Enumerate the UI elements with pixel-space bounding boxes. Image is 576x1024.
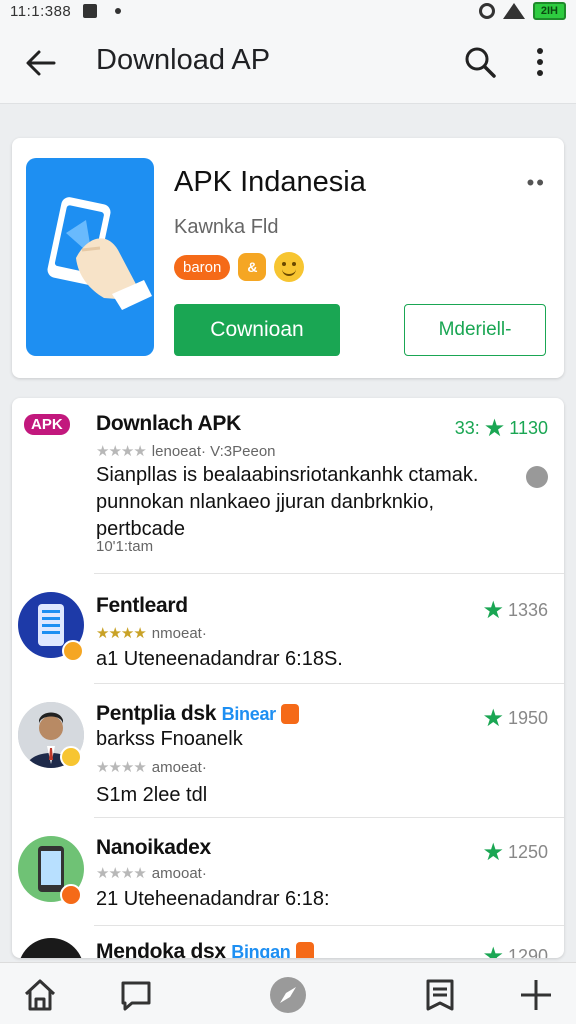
- badge-icon: [60, 746, 82, 768]
- stars-icon: ★★★★: [96, 625, 147, 642]
- item-meta: ★★★★ nmoeat·: [96, 624, 207, 643]
- desc-line: Sianpllas is bealaabinsriotankanhk ctama…: [96, 464, 479, 486]
- add-icon[interactable]: [516, 975, 556, 1015]
- item-description: S1m 2lee tdl: [96, 784, 208, 806]
- item-rating: 33: ★ 1130: [455, 414, 548, 443]
- item-title: Nanoikadex: [96, 836, 211, 859]
- desc-line: pertbcade: [96, 518, 185, 540]
- list-item[interactable]: Nanoikadex ★ 1250 ★★★★ amooat· 21 Utehee…: [12, 818, 564, 926]
- chat-icon[interactable]: [116, 975, 156, 1015]
- stars-icon: ★★★★: [96, 865, 147, 882]
- rating-value: 1336: [507, 600, 548, 620]
- secondary-button[interactable]: Mderiell-: [404, 304, 546, 356]
- item-rating: ★ 1250: [482, 838, 548, 867]
- item-meta: ★★★★ amooat·: [96, 864, 207, 883]
- item-rating: ★ 1336: [482, 596, 548, 625]
- apk-badge: APK: [24, 414, 70, 435]
- category-chip[interactable]: baron: [174, 254, 231, 280]
- page-title: Download AP: [96, 44, 271, 76]
- app-avatar: [18, 938, 84, 958]
- app-list: APK Downlach APK 33: ★ 1130 ★★★★ lenoeat…: [12, 398, 564, 958]
- item-tag: Bingan: [231, 942, 291, 958]
- status-bar: 11:1:388 2IH: [0, 0, 576, 22]
- hand-phone-icon: [47, 197, 152, 310]
- battery-indicator: 2IH: [532, 2, 566, 20]
- rating-value: 1290: [507, 946, 548, 958]
- download-button[interactable]: Cownioan: [174, 304, 340, 356]
- back-arrow-icon[interactable]: [24, 46, 58, 80]
- stars-icon: ★★★★: [96, 759, 147, 776]
- badge-icon: &: [238, 253, 267, 281]
- library-icon[interactable]: [420, 975, 460, 1015]
- star-icon: ★: [483, 415, 506, 442]
- notification-icon: [83, 4, 98, 18]
- meta-text: amoeat·: [151, 758, 207, 776]
- item-title: Pentplia dsk Binear: [96, 702, 300, 726]
- rating-prefix: 33:: [454, 418, 480, 438]
- status-time: 11:1:388: [10, 2, 72, 20]
- list-item[interactable]: Mendoka dsx Bingan ★ 1290: [12, 926, 564, 958]
- tag-icon: [296, 942, 315, 958]
- globe-icon[interactable]: [526, 466, 548, 488]
- list-item[interactable]: APK Downlach APK 33: ★ 1130 ★★★★ lenoeat…: [12, 398, 564, 574]
- item-description: Sianpllas is bealaabinsriotankanhk ctama…: [96, 462, 478, 543]
- item-title-text: Pentplia dsk: [96, 702, 217, 725]
- item-title: Fentleard: [96, 594, 188, 617]
- item-footer: 10'1:tam: [96, 538, 154, 555]
- badge-icon: [62, 640, 84, 662]
- notification-dot-icon: [115, 8, 122, 14]
- list-item[interactable]: Fentleard ★ 1336 ★★★★ nmoeat· a1 Uteneen…: [12, 574, 564, 684]
- star-icon: ★: [482, 839, 504, 866]
- star-icon: ★: [482, 597, 504, 624]
- rating-value: 1950: [507, 708, 548, 728]
- item-description: a1 Uteneenadandrar 6:18S.: [96, 648, 343, 670]
- meta-text: nmoeat·: [151, 624, 207, 642]
- item-rating: ★ 1950: [482, 704, 548, 733]
- smiley-icon: [274, 252, 305, 282]
- rating-value: 1250: [507, 842, 548, 862]
- meta-text: lenoeat· V:3Peeon: [151, 442, 276, 460]
- star-icon: ★: [482, 705, 504, 732]
- desc-line: punnokan nlankaeo jjuran danbrknkio,: [96, 491, 435, 513]
- rating-value: 1130: [509, 418, 548, 438]
- compass-icon[interactable]: [268, 975, 308, 1015]
- tag-icon: [281, 704, 300, 725]
- item-description: 21 Uteheenadandrar 6:18:: [96, 888, 330, 910]
- search-icon[interactable]: [462, 44, 498, 80]
- item-subtitle: barkss Fnoanelk: [96, 728, 243, 750]
- card-more-icon[interactable]: ••: [527, 170, 546, 196]
- featured-app-card[interactable]: APK Indanesia Kawnka Fld baron & •• Cown…: [12, 138, 564, 378]
- item-rating: ★ 1290: [482, 942, 548, 958]
- stars-icon: ★★★★: [96, 443, 147, 460]
- item-meta: ★★★★ amoeat·: [96, 758, 207, 777]
- more-options-icon[interactable]: [526, 44, 554, 80]
- home-icon[interactable]: [20, 975, 60, 1015]
- meta-text: amooat·: [151, 864, 207, 882]
- item-title: Downlach APK: [96, 412, 241, 435]
- app-bar: Download AP: [0, 22, 576, 104]
- app-icon: [26, 158, 154, 356]
- item-tag: Binear: [221, 704, 277, 724]
- badge-icon: [60, 884, 82, 906]
- bottom-nav: [0, 962, 576, 1024]
- sync-icon: [478, 3, 495, 19]
- signal-icon: [502, 3, 525, 19]
- item-meta: ★★★★ lenoeat· V:3Peeon: [96, 442, 276, 461]
- list-item[interactable]: Pentplia dsk Binear ★ 1950 barkss Fnoane…: [12, 684, 564, 818]
- star-icon: ★: [482, 943, 504, 958]
- app-chips: baron &: [174, 252, 305, 282]
- item-title: Mendoka dsx Bingan: [96, 940, 315, 958]
- item-title-text: Mendoka dsx: [96, 940, 226, 958]
- app-developer: Kawnka Fld: [174, 216, 279, 238]
- app-name: APK Indanesia: [174, 166, 366, 198]
